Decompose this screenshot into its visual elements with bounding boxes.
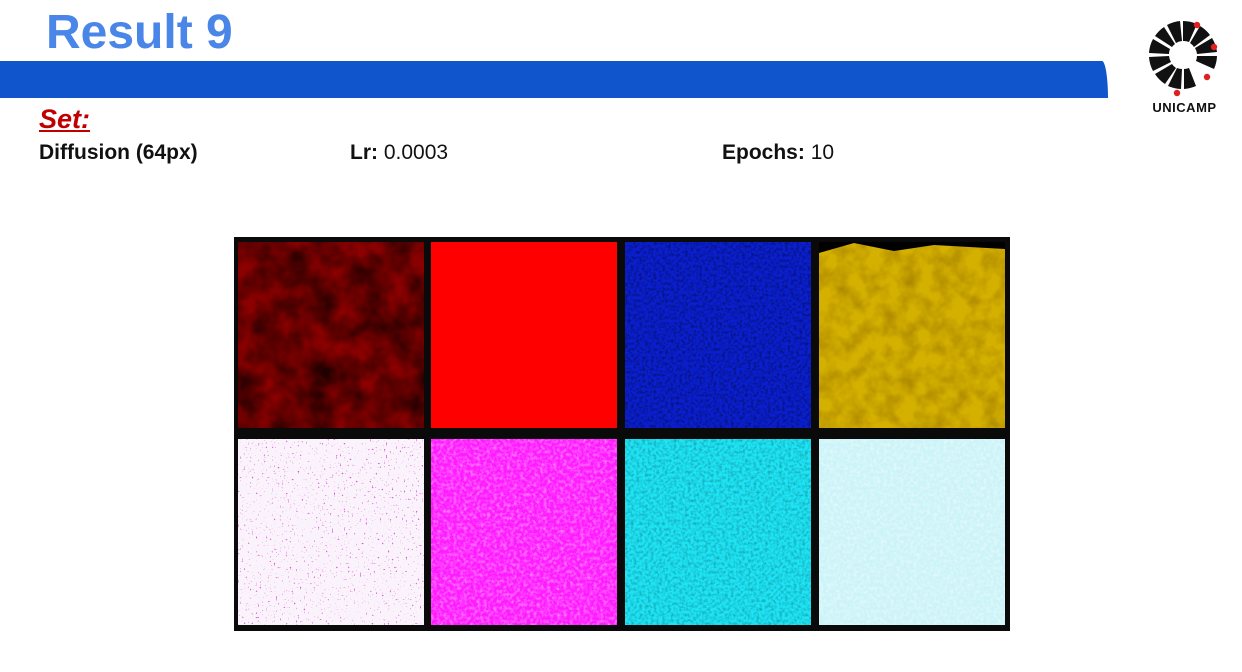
sample-tile-blue (625, 242, 811, 428)
epochs-value: 10 (810, 141, 835, 164)
lr-param: Lr: 0.0003 (350, 140, 448, 166)
lr-label: Lr: (350, 141, 378, 164)
model-param: Diffusion (64px) (39, 140, 198, 166)
sample-tile-white-speckle (238, 439, 424, 625)
sample-tile-solid-red (431, 242, 617, 428)
set-label: Set: (39, 104, 91, 134)
logo-text: UNICAMP (1152, 100, 1217, 115)
model-value: Diffusion (64px) (39, 141, 198, 164)
epochs-label: Epochs: (722, 141, 805, 164)
sample-tile-cyan (625, 439, 811, 625)
sample-grid (234, 237, 1010, 631)
epochs-param: Epochs: 10 (722, 140, 834, 166)
header-bar (0, 61, 1108, 98)
sample-tile-magenta (431, 439, 617, 625)
sample-tile-dark-red (238, 242, 424, 428)
sample-tile-light-cyan (819, 439, 1005, 625)
sample-tile-yellow (819, 242, 1005, 428)
slide-title: Result 9 (46, 6, 233, 59)
lr-value: 0.0003 (383, 141, 449, 164)
sample-grid-canvas (238, 242, 1005, 625)
